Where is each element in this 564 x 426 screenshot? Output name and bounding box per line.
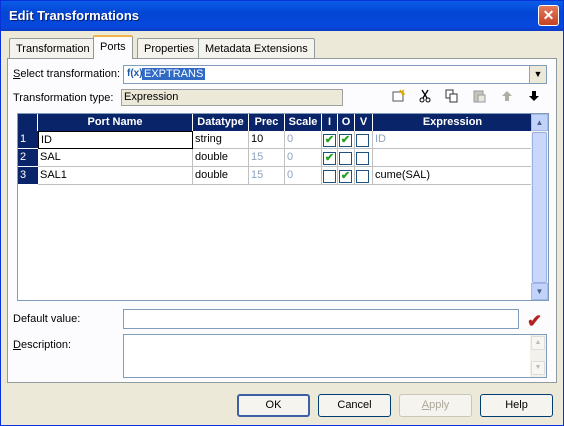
input-cell	[322, 167, 338, 185]
variable-checkbox[interactable]	[356, 134, 369, 147]
header-variable[interactable]: V	[355, 114, 373, 131]
variable-cell	[355, 167, 373, 185]
expression-transformation-icon: f(x)	[127, 68, 143, 79]
title-bar[interactable]: Edit Transformations ✕	[1, 1, 563, 31]
output-checkbox[interactable]: ✔	[339, 170, 352, 183]
transformation-type-label: Transformation type:	[13, 92, 114, 104]
move-up-icon	[498, 89, 516, 107]
new-port-icon[interactable]	[389, 89, 407, 107]
description-scrollbar: ▲ ▼	[530, 335, 546, 377]
scale-cell[interactable]: 0	[285, 131, 322, 149]
prec-cell[interactable]: 15	[249, 149, 285, 167]
table-row[interactable]: 3 SAL1 double 15 0 ✔ cume(SAL)	[18, 167, 532, 185]
row-number[interactable]: 1	[18, 131, 38, 148]
tab-transformation[interactable]: Transformation	[9, 38, 97, 58]
scroll-thumb[interactable]	[532, 132, 547, 283]
header-scale[interactable]: Scale	[285, 114, 322, 131]
prec-cell[interactable]: 10	[249, 131, 285, 149]
grid-vertical-scrollbar[interactable]: ▲ ▼	[531, 114, 548, 300]
selected-transformation-value: EXPTRANS	[142, 68, 206, 80]
header-expression[interactable]: Expression	[373, 114, 532, 131]
select-transformation-label: Select transformation:	[13, 68, 120, 80]
table-row[interactable]: 2 SAL double 15 0 ✔	[18, 149, 532, 167]
scroll-down-icon: ▼	[531, 361, 545, 375]
port-name-cell[interactable]: SAL1	[38, 167, 193, 185]
scroll-up-icon: ▲	[531, 336, 545, 350]
ok-button[interactable]: OK	[237, 394, 310, 417]
row-number[interactable]: 3	[18, 167, 38, 184]
close-button[interactable]: ✕	[538, 5, 559, 26]
validate-checkmark-icon[interactable]: ✔	[527, 311, 542, 332]
table-row[interactable]: 1 ID string 10 0 ✔ ✔ ID	[18, 131, 532, 149]
variable-checkbox[interactable]	[356, 152, 369, 165]
expression-cell[interactable]	[373, 149, 532, 167]
chevron-down-icon[interactable]: ▼	[529, 66, 546, 83]
grid-header: Port Name Datatype Prec Scale I O V Expr…	[18, 114, 532, 131]
output-checkbox[interactable]	[339, 152, 352, 165]
ports-grid[interactable]: Port Name Datatype Prec Scale I O V Expr…	[17, 113, 549, 301]
header-output[interactable]: O	[338, 114, 355, 131]
prec-cell[interactable]: 15	[249, 167, 285, 185]
header-prec[interactable]: Prec	[249, 114, 285, 131]
tab-metadata-extensions[interactable]: Metadata Extensions	[198, 38, 315, 58]
header-input[interactable]: I	[322, 114, 338, 131]
cancel-button[interactable]: Cancel	[318, 394, 391, 417]
dialog-title: Edit Transformations	[9, 8, 140, 23]
variable-checkbox[interactable]	[356, 170, 369, 183]
description-textarea[interactable]: ▲ ▼	[123, 334, 547, 378]
port-name-cell[interactable]: ID	[38, 131, 193, 149]
header-datatype[interactable]: Datatype	[193, 114, 249, 131]
edit-transformations-dialog: Edit Transformations ✕ Transformation Po…	[0, 0, 564, 426]
variable-cell	[355, 131, 373, 149]
datatype-cell[interactable]: double	[193, 149, 249, 167]
datatype-cell[interactable]: double	[193, 167, 249, 185]
transformation-type-value: Expression	[121, 89, 343, 106]
input-checkbox[interactable]: ✔	[323, 152, 336, 165]
tab-properties[interactable]: Properties	[137, 38, 202, 58]
variable-cell	[355, 149, 373, 167]
description-label: Description:	[13, 339, 72, 351]
move-down-icon[interactable]	[525, 89, 543, 107]
output-checkbox[interactable]: ✔	[339, 134, 352, 147]
scale-cell[interactable]: 0	[285, 149, 322, 167]
default-value-input[interactable]	[123, 309, 519, 329]
scroll-down-icon[interactable]: ▼	[531, 283, 548, 300]
header-port-name[interactable]: Port Name	[38, 114, 193, 131]
scale-cell[interactable]: 0	[285, 167, 322, 185]
expression-cell[interactable]: cume(SAL)	[373, 167, 532, 185]
apply-button[interactable]: Apply	[399, 394, 472, 417]
cut-icon[interactable]	[416, 89, 434, 107]
select-transformation-dropdown[interactable]: f(x) EXPTRANS ▼	[123, 65, 547, 84]
output-cell: ✔	[338, 131, 355, 149]
input-checkbox[interactable]: ✔	[323, 134, 336, 147]
scroll-up-icon[interactable]: ▲	[531, 114, 548, 131]
port-name-cell[interactable]: SAL	[38, 149, 193, 167]
row-number[interactable]: 2	[18, 149, 38, 166]
default-value-label: Default value:	[13, 313, 81, 325]
input-cell: ✔	[322, 131, 338, 149]
tab-ports[interactable]: Ports	[93, 35, 133, 59]
help-button[interactable]: Help	[480, 394, 553, 417]
output-cell	[338, 149, 355, 167]
datatype-cell[interactable]: string	[193, 131, 249, 149]
expression-cell[interactable]: ID	[373, 131, 532, 149]
header-corner	[18, 114, 38, 131]
input-cell: ✔	[322, 149, 338, 167]
copy-icon[interactable]	[443, 89, 461, 107]
output-cell: ✔	[338, 167, 355, 185]
input-checkbox[interactable]	[323, 170, 336, 183]
paste-icon	[470, 89, 488, 107]
